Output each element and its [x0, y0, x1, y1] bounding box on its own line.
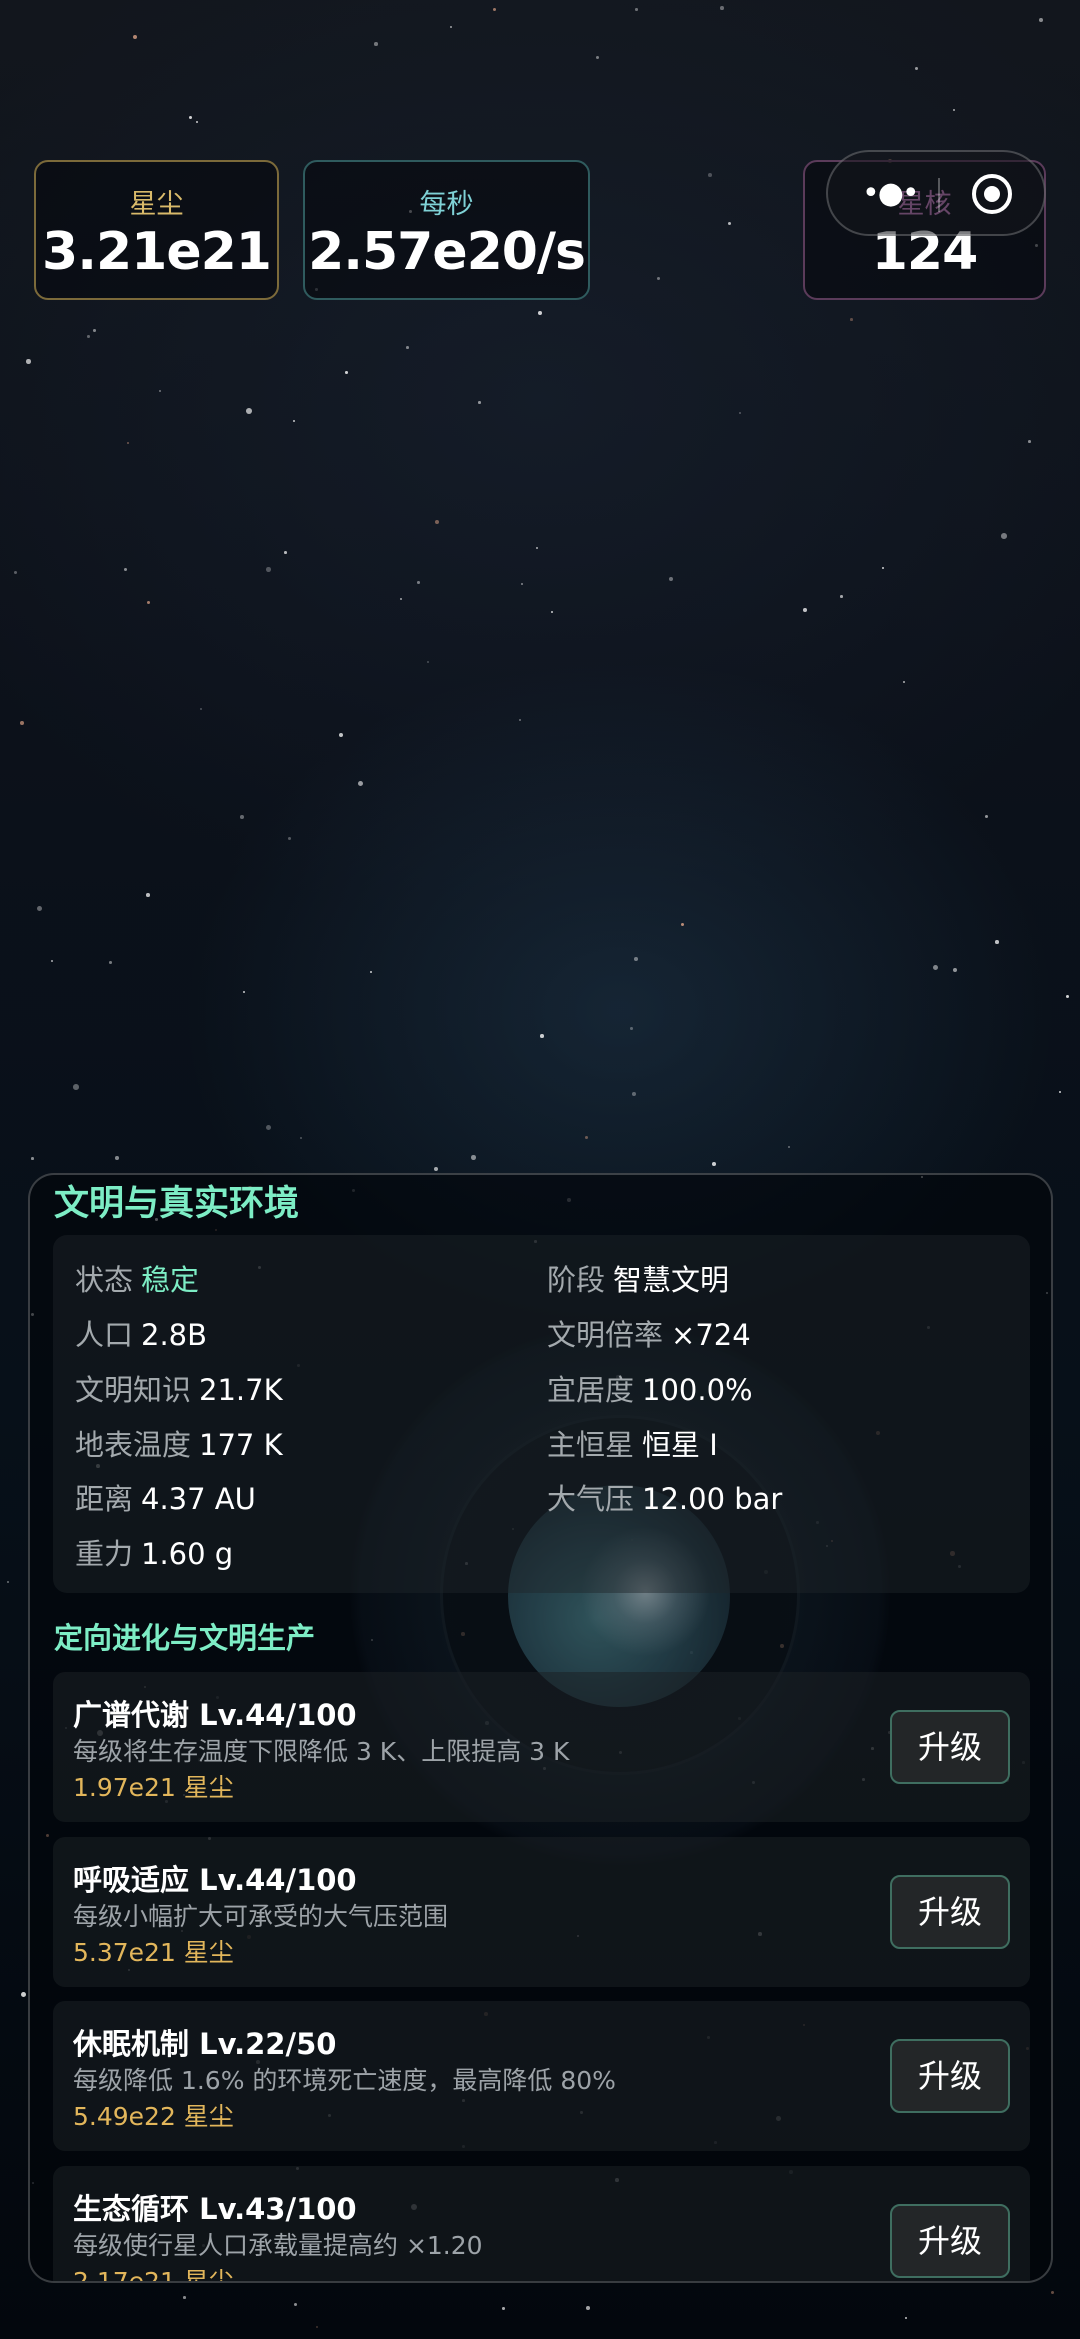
star-dot [905, 2317, 907, 2319]
star-dot [87, 335, 90, 338]
capsule-divider [938, 178, 940, 212]
star-dot [146, 893, 150, 897]
stardust-value: 3.21e21 [42, 222, 272, 282]
star-dot [720, 6, 724, 10]
env-knowledge: 文明知识 21.7K [75, 1373, 283, 1407]
star-dot [1001, 533, 1007, 539]
star-dot [632, 1092, 636, 1096]
upgrade-title: 呼吸适应 Lv.44/100 [73, 1863, 357, 1897]
environment-box: 状态 稳定 阶段 智慧文明 人口 2.8B 文明倍率 ×724 文明知识 21.7K 宜居… [53, 1235, 1030, 1593]
star-dot [73, 1084, 79, 1090]
upgrade-button[interactable]: 升级 [890, 1875, 1010, 1949]
upgrade-card: 生态循环 Lv.43/100 每级使行星人口承载量提高约 ×1.20 2.17e… [53, 2166, 1030, 2283]
star-dot [669, 577, 673, 581]
upgrade-description: 每级使行星人口承载量提高约 ×1.20 [73, 2231, 483, 2260]
env-gravity: 重力 1.60 g [75, 1537, 234, 1571]
upgrade-card: 休眠机制 Lv.22/50 每级降低 1.6% 的环境死亡速度，最高降低 80%… [53, 2001, 1030, 2151]
star-dot [284, 551, 287, 554]
per-second-counter: 每秒 2.57e20/s [303, 160, 590, 300]
stardust-counter: 星尘 3.21e21 [34, 160, 279, 300]
star-dot [471, 1155, 476, 1160]
upgrade-card: 呼吸适应 Lv.44/100 每级小幅扩大可承受的大气压范围 5.37e21 星… [53, 1837, 1030, 1987]
star-dot [31, 1157, 34, 1160]
env-stage: 阶段 智慧文明 [547, 1263, 730, 1297]
star-dot [953, 968, 957, 972]
star-dot [635, 8, 638, 11]
upgrade-cost: 5.49e22 星尘 [73, 2102, 234, 2131]
star-dot [246, 408, 252, 414]
env-civ-multiplier: 文明倍率 ×724 [547, 1318, 751, 1352]
star-dot [630, 1027, 633, 1030]
star-dot [995, 940, 999, 944]
env-main-star: 主恒星 恒星 I [547, 1428, 718, 1462]
env-surface-temp: 地表温度 177 K [75, 1428, 283, 1462]
upgrade-description: 每级降低 1.6% 的环境死亡速度，最高降低 80% [73, 2066, 616, 2095]
star-dot [115, 1156, 119, 1160]
star-dot [502, 2307, 505, 2310]
star-dot [478, 401, 481, 404]
star-dot [189, 116, 192, 119]
star-dot [540, 1034, 544, 1038]
star-dot [1039, 18, 1043, 22]
star-dot [93, 329, 96, 332]
per-second-value: 2.57e20/s [308, 222, 586, 282]
star-dot [586, 2306, 590, 2310]
upgrade-title: 休眠机制 Lv.22/50 [73, 2027, 337, 2061]
env-pressure: 大气压 12.00 bar [547, 1482, 783, 1516]
upgrade-cost: 5.37e21 星尘 [73, 1938, 234, 1967]
env-status: 状态 稳定 [75, 1263, 200, 1297]
env-population: 人口 2.8B [75, 1318, 208, 1352]
upgrade-cost: 2.17e21 星尘 [73, 2267, 234, 2283]
star-dot [21, 1992, 26, 1997]
evolution-section-title: 定向进化与文明生产 [54, 1621, 316, 1655]
mini-program-capsule: •●• [826, 150, 1046, 236]
star-dot [406, 346, 409, 349]
star-dot [493, 8, 496, 11]
star-dot [1028, 440, 1031, 443]
star-dot [183, 2296, 186, 2299]
upgrade-title: 广谱代谢 Lv.44/100 [73, 1698, 357, 1732]
more-menu-button[interactable]: •●• [862, 176, 920, 211]
star-dot [634, 957, 638, 961]
star-dot [803, 608, 807, 612]
upgrade-cost: 1.97e21 星尘 [73, 1773, 234, 1802]
upgrade-button[interactable]: 升级 [890, 2204, 1010, 2278]
env-habitability: 宜居度 100.0% [547, 1373, 753, 1407]
star-dot [434, 1167, 438, 1171]
star-dot [109, 961, 112, 964]
star-dot [712, 1162, 716, 1166]
star-dot [339, 733, 343, 737]
upgrade-description: 每级小幅扩大可承受的大气压范围 [73, 1902, 449, 1931]
upgrade-card: 广谱代谢 Lv.44/100 每级将生存温度下限降低 3 K、上限提高 3 K … [53, 1672, 1030, 1822]
close-target-icon[interactable] [970, 172, 1014, 216]
upgrade-title: 生态循环 Lv.43/100 [73, 2192, 357, 2226]
star-dot [708, 173, 712, 177]
per-second-label: 每秒 [419, 189, 474, 220]
civilization-panel: 文明与真实环境 状态 稳定 阶段 智慧文明 人口 2.8B 文明倍率 ×724 文明知识… [28, 1173, 1053, 2283]
star-dot [37, 906, 43, 912]
star-dot [345, 371, 348, 374]
panel-title: 文明与真实环境 [54, 1184, 300, 1224]
star-dot [840, 595, 843, 598]
star-dot [240, 815, 244, 819]
star-dot [417, 581, 420, 584]
star-dot [20, 721, 24, 725]
star-dot [538, 311, 542, 315]
star-dot [850, 318, 853, 321]
star-dot [26, 359, 31, 364]
star-dot [266, 567, 271, 572]
env-distance: 距离 4.37 AU [75, 1482, 256, 1516]
upgrade-button[interactable]: 升级 [890, 1710, 1010, 1784]
upgrade-button[interactable]: 升级 [890, 2039, 1010, 2113]
upgrade-description: 每级将生存温度下限降低 3 K、上限提高 3 K [73, 1737, 570, 1766]
stardust-label: 星尘 [129, 189, 184, 220]
star-dot [374, 42, 378, 46]
